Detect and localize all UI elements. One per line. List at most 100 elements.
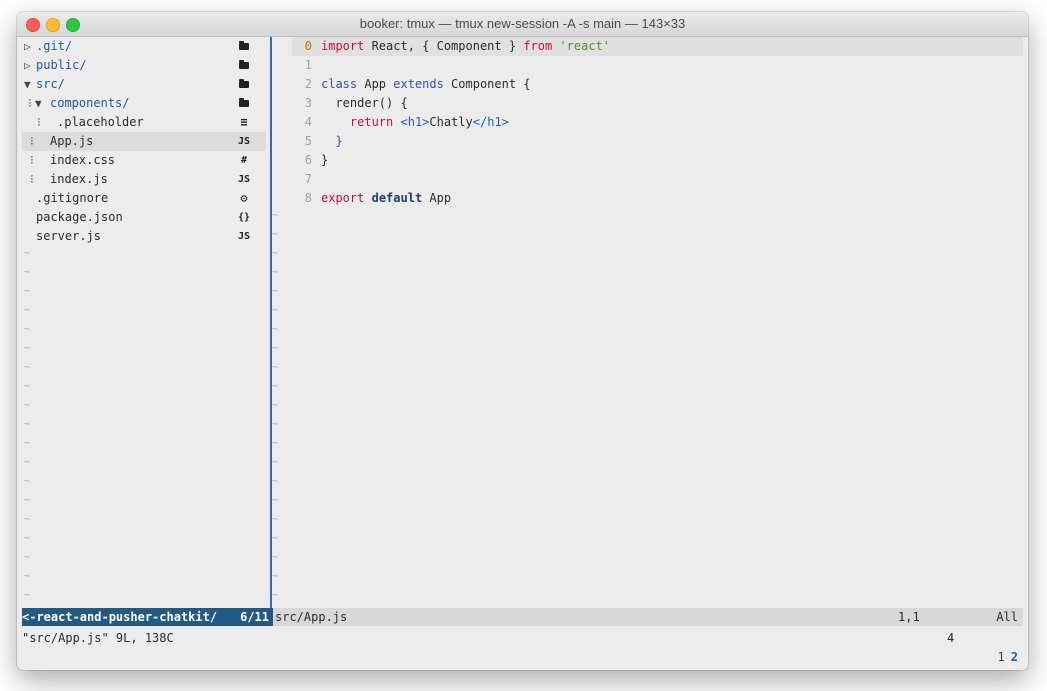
- empty-line-marker: ~: [24, 552, 31, 563]
- tree-guide-icon: ⁝: [30, 153, 34, 167]
- tree-item-git[interactable]: ▷ .git/: [22, 37, 266, 56]
- empty-line-marker: ~: [272, 590, 279, 601]
- tree-item-package-json[interactable]: package.json {}: [22, 208, 266, 227]
- line-number: 7: [304, 172, 312, 186]
- tree-item-label: .placeholder: [57, 115, 144, 129]
- js-icon: JS: [237, 174, 251, 185]
- tree-item-label: components/: [50, 96, 130, 110]
- terminal-content[interactable]: ▷ .git/▷ public/ ▼ src/ ⁝ ▼ components/ ⁝ .placeh…: [22, 37, 1023, 667]
- code-line[interactable]: }: [321, 151, 328, 170]
- empty-line-marker: ~: [24, 571, 31, 582]
- window-title: booker: tmux — tmux new-session -A -s ma…: [359, 16, 686, 31]
- empty-line-marker: ~: [272, 229, 279, 240]
- tree-status-path: <-react-and-pusher-chatkit/: [22, 610, 218, 624]
- empty-line-marker: ~: [272, 419, 279, 430]
- tree-item-public[interactable]: ▷ public/: [22, 56, 266, 75]
- tree-item-app-js[interactable]: ⁝ App.js JS: [22, 132, 266, 151]
- tree-item-label: .gitignore: [36, 191, 109, 205]
- code-line[interactable]: import React, { Component } from 'react': [321, 37, 610, 56]
- empty-line-marker: ~: [24, 400, 31, 411]
- code-line[interactable]: render() {: [321, 94, 408, 113]
- empty-line-marker: ~: [272, 343, 279, 354]
- empty-line-marker: ~: [272, 533, 279, 544]
- empty-line-marker: ~: [24, 248, 31, 259]
- status-scroll-position: All: [996, 610, 1018, 624]
- folder-icon: [236, 37, 252, 56]
- code-line[interactable]: class App extends Component {: [321, 75, 531, 94]
- tree-item-placeholder[interactable]: ⁝ .placeholder ≡: [22, 113, 266, 132]
- empty-line-marker: ~: [24, 495, 31, 506]
- tree-item-label: public/: [36, 58, 87, 72]
- tmux-window-1[interactable]: 1: [998, 650, 1005, 664]
- code-token: }: [321, 153, 329, 167]
- code-token: Component {: [443, 77, 531, 91]
- command-line-message: "src/App.js" 9L, 138C: [22, 631, 174, 645]
- code-token: render() {: [321, 96, 408, 110]
- tree-item-index-css[interactable]: ⁝ index.css #: [22, 151, 266, 170]
- file-tree[interactable]: ▷ .git/▷ public/ ▼ src/ ⁝ ▼ components/ ⁝ .placeh…: [22, 37, 266, 607]
- empty-line-marker: ~: [272, 457, 279, 468]
- empty-line-marker: ~: [24, 286, 31, 297]
- code-line[interactable]: export default App: [321, 189, 451, 208]
- empty-line-marker: ~: [24, 457, 31, 468]
- line-number: 8: [304, 191, 312, 205]
- tree-item-label: index.css: [50, 153, 116, 167]
- tree-guide-icon: ⁝: [30, 172, 34, 186]
- code-token-tag: <h1>: [400, 115, 430, 129]
- tree-guide-icon: ⁝: [30, 134, 34, 148]
- code-line[interactable]: return <h1>Chatly</h1>: [321, 113, 509, 132]
- code-token: App: [357, 77, 394, 91]
- empty-line-marker: ~: [272, 571, 279, 582]
- empty-line-marker: ~: [24, 343, 31, 354]
- code-token-kw2: extends: [393, 77, 444, 91]
- tree-item-components[interactable]: ⁝ ▼ components/: [22, 94, 266, 113]
- tree-item-label: server.js: [36, 229, 102, 243]
- line-number: 4: [304, 115, 312, 129]
- title-bar[interactable]: booker: tmux — tmux new-session -A -s ma…: [17, 12, 1028, 37]
- status-line: <-react-and-pusher-chatkit/ 6/11 src/App…: [22, 608, 1023, 626]
- tree-item-server-js[interactable]: server.js JS: [22, 227, 266, 246]
- tmux-window-list: 12: [992, 648, 1018, 666]
- tree-item-label: src/: [36, 77, 65, 91]
- empty-line-marker: ~: [272, 438, 279, 449]
- code-token-tag: }: [321, 134, 343, 148]
- tree-item-src[interactable]: ▼ src/: [22, 75, 266, 94]
- empty-line-marker: ~: [272, 210, 279, 221]
- tree-status-count: 6/11: [240, 610, 269, 624]
- empty-line-marker: ~: [272, 552, 279, 563]
- empty-line-marker: ~: [272, 267, 279, 278]
- code-token-kw: import: [321, 39, 365, 53]
- command-line-number: 4: [947, 631, 955, 645]
- empty-line-marker: ~: [24, 324, 31, 335]
- collapsed-arrow-icon[interactable]: ▷: [24, 56, 31, 75]
- empty-line-marker: ~: [24, 590, 31, 601]
- empty-line-marker: ~: [272, 514, 279, 525]
- js-icon: JS: [237, 231, 251, 242]
- tmux-window-2[interactable]: 2: [1011, 650, 1018, 664]
- empty-line-marker: ~: [272, 305, 279, 316]
- editor-pane[interactable]: 0 import React, { Component } from 'react…: [272, 37, 1023, 607]
- empty-line-marker: ~: [272, 381, 279, 392]
- empty-line-marker: ~: [272, 324, 279, 335]
- code-token-bold: default: [371, 191, 423, 205]
- line-number: 6: [304, 153, 312, 167]
- empty-line-marker: ~: [272, 476, 279, 487]
- braces-icon: {}: [237, 212, 251, 223]
- code-token-kw2: class: [321, 77, 358, 91]
- expanded-arrow-icon[interactable]: ▼: [24, 75, 31, 94]
- tree-item-label: index.js: [50, 172, 108, 186]
- line-number: 1: [304, 58, 312, 72]
- code-line[interactable]: }: [321, 132, 343, 151]
- line-number: 5: [304, 134, 312, 148]
- tree-item-gitignore[interactable]: .gitignore ⚙: [22, 189, 266, 208]
- code-token-tag: </h1>: [472, 115, 509, 129]
- collapsed-arrow-icon[interactable]: ▷: [24, 37, 31, 56]
- line-number: 3: [304, 96, 312, 110]
- code-token: App: [422, 191, 452, 205]
- expanded-arrow-icon[interactable]: ▼: [35, 94, 42, 113]
- tree-guide-icon: ⁝: [37, 115, 41, 129]
- line-number: 0: [304, 39, 312, 53]
- line-number: 2: [304, 77, 312, 91]
- tree-item-index-js[interactable]: ⁝ index.js JS: [22, 170, 266, 189]
